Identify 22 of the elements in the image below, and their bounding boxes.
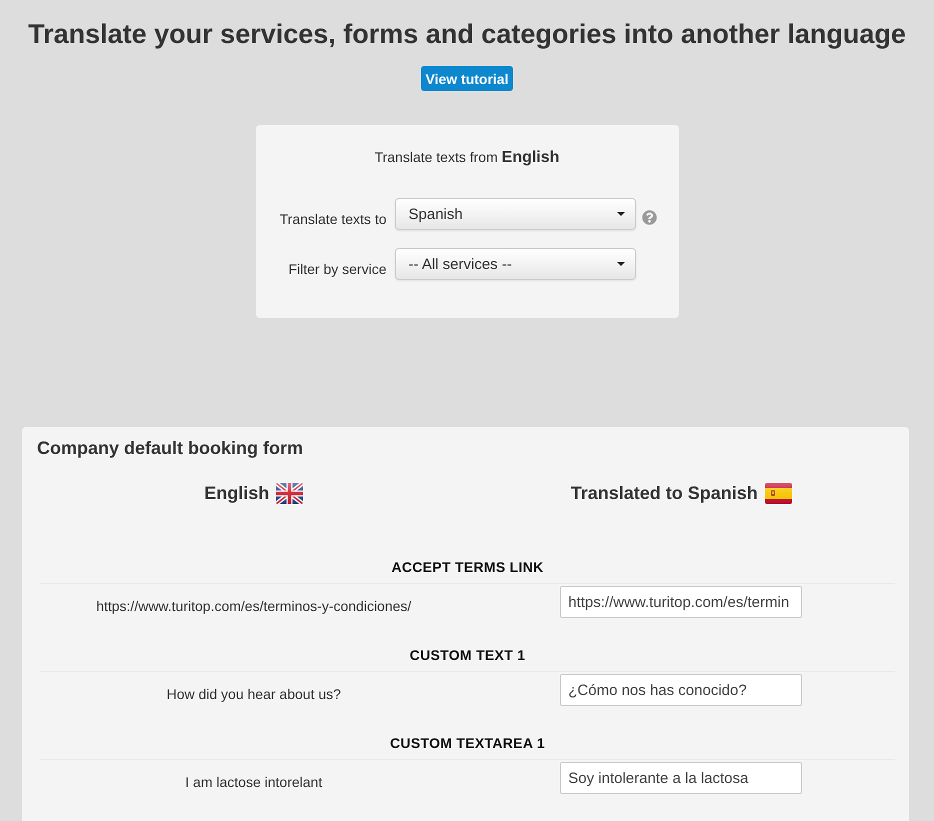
section-heading: CUSTOM TEXTAREA 1 <box>40 733 895 760</box>
caret-icon <box>616 262 624 266</box>
caret-icon <box>616 212 624 216</box>
source-language-text: Translate texts from English <box>374 148 560 168</box>
column-header: English <box>204 482 270 505</box>
help-icon[interactable] <box>642 210 656 225</box>
translation-input[interactable]: Soy intolerante a la lactosa <box>560 762 802 794</box>
field-label: Filter by service <box>288 260 386 278</box>
translation-input[interactable]: https://www.turitop.com/es/termin <box>560 586 802 618</box>
column-header: Translated to Spanish <box>570 482 758 505</box>
service-select[interactable]: -- All services -- <box>394 248 636 280</box>
source-text: https://www.turitop.com/es/terminos-y-condiciones/ <box>96 597 412 616</box>
field-label: Translate texts to <box>280 210 386 228</box>
translation-input[interactable]: ¿Cómo nos has conocido? <box>560 674 802 706</box>
source-text: How did you hear about us? <box>166 685 341 704</box>
page-title: Translate your services, forms and categories into another language <box>28 18 906 50</box>
form-title: Company default booking form <box>37 437 304 459</box>
section-heading: ACCEPT TERMS LINK <box>40 557 895 584</box>
section-heading: CUSTOM TEXT 1 <box>40 645 895 672</box>
source-text: I am lactose intorelant <box>185 773 322 792</box>
view-tutorial-button[interactable]: View tutorial <box>420 66 514 91</box>
language-select[interactable]: Spanish <box>394 198 636 230</box>
